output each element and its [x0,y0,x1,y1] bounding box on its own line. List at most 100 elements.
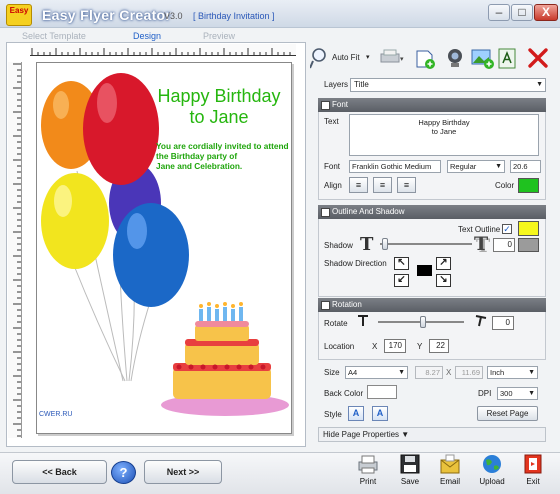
birthday-cake [161,302,289,416]
next-button[interactable]: Next >> [144,460,222,484]
shadow-direction-label: Shadow Direction [324,259,387,268]
back-color-swatch[interactable] [367,385,397,399]
reset-page-button[interactable]: Reset Page [477,406,538,421]
color-label: Color [495,181,515,190]
text-color-swatch[interactable] [518,178,539,193]
print-button[interactable]: Print [350,454,386,486]
save-button[interactable]: Save [392,454,428,486]
back-button[interactable]: << Back [12,460,107,484]
rotate-value-input[interactable]: 0 [492,316,514,330]
flyer-body-line: Jane and Celebration. [156,161,243,171]
shadow-label: Shadow [324,241,353,250]
page-size-dropdown[interactable]: A4 ▼ [345,366,408,379]
auto-fit-label[interactable]: Auto Fit [332,53,360,79]
align-label: Align [324,181,342,190]
shadow-direction-topleft-icon[interactable]: ↖ [394,257,409,270]
step-preview[interactable]: Preview [203,31,235,41]
flyer-body-line: You are cordially invited to attend [156,141,289,151]
font-size-dropdown[interactable]: 20.6 [510,160,541,173]
maximize-button[interactable]: □ [511,4,533,21]
dimension-x-label: X [446,368,452,377]
align-right-button[interactable]: ≡ [397,177,416,193]
outline-section-header[interactable]: Outline And Shadow [318,205,546,219]
back-color-label: Back Color [324,389,364,398]
font-section-header[interactable]: Font [318,98,546,112]
close-window-button[interactable]: X [534,4,558,21]
text-outline-checkbox[interactable]: ✓ [502,224,512,234]
app-title: Easy Flyer Creator [42,7,172,23]
flyer-title-line: to Jane [189,107,249,127]
print-label: Print [359,477,377,486]
font-size-value: 20.6 [513,162,528,171]
rotate-label: Rotate [324,319,348,328]
upload-button[interactable]: Upload [474,454,510,486]
shadow-direction-bottomright-icon[interactable]: ↘ [436,274,451,287]
exit-icon [522,454,544,474]
yellow-balloon [41,173,109,269]
shadow-color-swatch[interactable] [518,238,539,252]
font-style-dropdown[interactable]: Regular ▼ [447,160,505,173]
font-label: Font [324,162,341,171]
auto-fit-dropdown-icon[interactable]: ▾ [366,53,370,79]
email-button[interactable]: Email [432,454,468,486]
app-logo-icon: Easy [6,4,32,26]
align-left-button[interactable]: ≡ [349,177,368,193]
align-center-button[interactable]: ≡ [373,177,392,193]
rotate-left-icon [356,313,370,330]
shadow-direction-topright-icon[interactable]: ↗ [436,257,451,270]
exit-button[interactable]: Exit [515,454,551,486]
flyer-body-line: the Birthday party of [156,151,238,161]
text-input-line: Happy Birthday [418,118,470,127]
font-family-dropdown[interactable]: Franklin Gothic Medium [349,160,441,173]
add-image-icon[interactable] [470,46,494,72]
delete-icon[interactable] [526,46,548,72]
red-balloon [83,73,159,185]
blue-balloon [113,203,189,307]
shadow-direction-bottomleft-icon[interactable]: ↙ [394,274,409,287]
horizontal-ruler [30,44,296,56]
style-label: Style [324,410,342,419]
font-style-value: Regular [450,162,477,171]
zoom-icon[interactable] [309,46,328,72]
page-width-input: 8.27 [415,366,443,379]
email-label: Email [439,477,460,486]
vertical-ruler [8,62,22,438]
step-select-template[interactable]: Select Template [22,31,86,41]
webcam-icon[interactable] [444,46,466,72]
printer-icon [357,454,379,474]
style-plain-button[interactable]: A [348,406,364,421]
minimize-button[interactable]: – [488,4,510,21]
exit-label: Exit [526,477,540,486]
clipart-icon[interactable] [496,46,518,72]
hide-page-properties-toggle[interactable]: Hide Page Properties ▼ [318,427,546,442]
style-bordered-button[interactable]: A [372,406,388,421]
location-y-input[interactable]: 22 [429,339,449,353]
flyer-watermark: CWER.RU [39,411,73,418]
layers-dropdown[interactable]: Title ▼ [350,78,546,92]
shadow-small-t-icon: T [360,234,374,255]
font-family-value: Franklin Gothic Medium [352,162,432,171]
svg-text:▾: ▾ [400,56,404,63]
chevron-down-icon: ▼ [536,81,543,88]
flyer-title[interactable]: Happy Birthday to Jane [152,86,286,128]
outline-color-swatch[interactable] [518,221,539,236]
email-icon [439,454,461,474]
shadow-value-input[interactable]: 0 [493,238,515,252]
rotate-slider-thumb[interactable] [420,316,426,328]
toolbar: Auto Fit ▾ ▾ [308,44,558,74]
rotation-section-header[interactable]: Rotation [318,298,546,312]
location-y-label: Y [417,342,423,351]
printer-tool-icon[interactable]: ▾ [378,46,404,72]
shadow-slider-thumb[interactable] [382,238,388,250]
help-icon[interactable]: ? [111,461,136,484]
dpi-dropdown[interactable]: 300 ▼ [497,387,538,400]
step-design[interactable]: Design [133,31,161,41]
flyer-body-text[interactable]: You are cordially invited to attend the … [156,141,290,171]
globe-icon [481,454,503,474]
location-x-input[interactable]: 170 [384,339,406,353]
text-input[interactable]: Happy Birthday to Jane [349,114,539,156]
unit-dropdown[interactable]: Inch ▼ [487,366,538,379]
shadow-slider-track[interactable] [380,243,472,245]
location-label: Location [324,342,355,351]
add-text-icon[interactable] [412,46,435,72]
